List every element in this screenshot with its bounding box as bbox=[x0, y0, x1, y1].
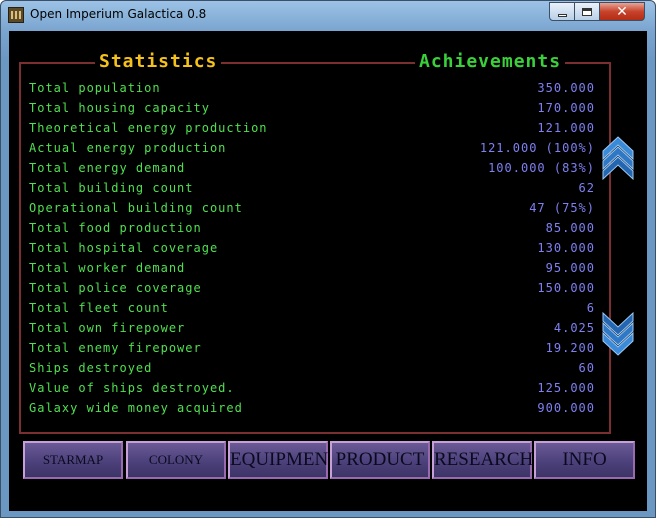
stat-value: 350.000 bbox=[537, 81, 595, 95]
stat-row: Total energy demand 100.000 (83%) bbox=[29, 161, 595, 181]
stat-row: Total building count 62 bbox=[29, 181, 595, 201]
stat-label: Total own firepower bbox=[29, 321, 186, 335]
frame-bottom-line bbox=[19, 432, 611, 434]
stat-row: Total enemy firepower 19.200 bbox=[29, 341, 595, 361]
window-title: Open Imperium Galactica 0.8 bbox=[30, 7, 207, 21]
stat-value: 150.000 bbox=[537, 281, 595, 295]
product-button[interactable]: PRODUCT bbox=[330, 441, 430, 479]
title-bar[interactable]: Open Imperium Galactica 0.8 ✕ bbox=[1, 1, 655, 31]
stat-label: Ships destroyed bbox=[29, 361, 153, 375]
stat-row: Total police coverage 150.000 bbox=[29, 281, 595, 301]
app-window: Open Imperium Galactica 0.8 ✕ Statistics… bbox=[0, 0, 656, 518]
research-button[interactable]: RESEARCH bbox=[432, 441, 533, 479]
minimize-icon bbox=[557, 13, 567, 17]
stat-label: Total energy demand bbox=[29, 161, 186, 175]
stat-value: 60 bbox=[578, 361, 595, 375]
stat-row: Total own firepower 4.025 bbox=[29, 321, 595, 341]
stat-row: Value of ships destroyed. 125.000 bbox=[29, 381, 595, 401]
bottom-nav-bar: STARMAP COLONY EQUIPMENT PRODUCT RESEARC… bbox=[23, 439, 637, 481]
app-icon[interactable] bbox=[8, 7, 24, 23]
stat-label: Total housing capacity bbox=[29, 101, 210, 115]
stat-label: Total fleet count bbox=[29, 301, 169, 315]
stat-value: 85.000 bbox=[545, 221, 595, 235]
stat-label: Galaxy wide money acquired bbox=[29, 401, 243, 415]
maximize-icon bbox=[582, 7, 592, 16]
stat-label: Total population bbox=[29, 81, 161, 95]
colony-button[interactable]: COLONY bbox=[126, 441, 226, 479]
scroll-down-button[interactable] bbox=[601, 311, 635, 357]
stat-value: 121.000 (100%) bbox=[479, 141, 595, 155]
stat-value: 95.000 bbox=[545, 261, 595, 275]
stat-value: 100.000 (83%) bbox=[488, 161, 595, 175]
stat-value: 47 (75%) bbox=[529, 201, 595, 215]
stat-row: Total hospital coverage 130.000 bbox=[29, 241, 595, 261]
stat-label: Actual energy production bbox=[29, 141, 227, 155]
stat-value: 6 bbox=[586, 301, 595, 315]
stat-label: Theoretical energy production bbox=[29, 121, 268, 135]
stat-label: Total police coverage bbox=[29, 281, 202, 295]
stat-label: Total building count bbox=[29, 181, 194, 195]
stat-row: Operational building count 47 (75%) bbox=[29, 201, 595, 221]
stat-value: 121.000 bbox=[537, 121, 595, 135]
frame-right-line bbox=[609, 62, 611, 434]
tab-achievements[interactable]: Achievements bbox=[415, 51, 566, 72]
close-button[interactable]: ✕ bbox=[599, 2, 645, 21]
close-icon: ✕ bbox=[616, 3, 628, 20]
stat-label: Total worker demand bbox=[29, 261, 186, 275]
starmap-button[interactable]: STARMAP bbox=[23, 441, 123, 479]
stat-label: Total hospital coverage bbox=[29, 241, 219, 255]
equipment-button[interactable]: EQUIPMENT bbox=[228, 441, 340, 479]
stat-label: Operational building count bbox=[29, 201, 243, 215]
stat-label: Total food production bbox=[29, 221, 202, 235]
stat-row: Actual energy production 121.000 (100%) bbox=[29, 141, 595, 161]
stat-row: Ships destroyed 60 bbox=[29, 361, 595, 381]
stat-value: 19.200 bbox=[545, 341, 595, 355]
minimize-button[interactable] bbox=[549, 2, 575, 21]
stat-label: Total enemy firepower bbox=[29, 341, 202, 355]
stat-row: Total population 350.000 bbox=[29, 81, 595, 101]
stat-row: Theoretical energy production 121.000 bbox=[29, 121, 595, 141]
frame-left-line bbox=[19, 62, 21, 434]
stat-value: 4.025 bbox=[553, 321, 595, 335]
chevron-up-icon bbox=[602, 136, 634, 181]
stat-value: 130.000 bbox=[537, 241, 595, 255]
stat-row: Total food production 85.000 bbox=[29, 221, 595, 241]
stat-value: 900.000 bbox=[537, 401, 595, 415]
scroll-up-button[interactable] bbox=[601, 135, 635, 181]
stat-row: Galaxy wide money acquired 900.000 bbox=[29, 401, 595, 421]
stat-value: 125.000 bbox=[537, 381, 595, 395]
maximize-button[interactable] bbox=[574, 2, 600, 21]
game-viewport: Statistics Achievements Total population… bbox=[9, 31, 647, 511]
chevron-down-icon bbox=[602, 311, 634, 356]
stat-row: Total worker demand 95.000 bbox=[29, 261, 595, 281]
stat-row: Total housing capacity 170.000 bbox=[29, 101, 595, 121]
stat-row: Total fleet count 6 bbox=[29, 301, 595, 321]
stat-label: Value of ships destroyed. bbox=[29, 381, 235, 395]
info-button[interactable]: INFO bbox=[534, 441, 635, 479]
tab-statistics[interactable]: Statistics bbox=[95, 51, 222, 72]
stat-value: 170.000 bbox=[537, 101, 595, 115]
stat-value: 62 bbox=[578, 181, 595, 195]
